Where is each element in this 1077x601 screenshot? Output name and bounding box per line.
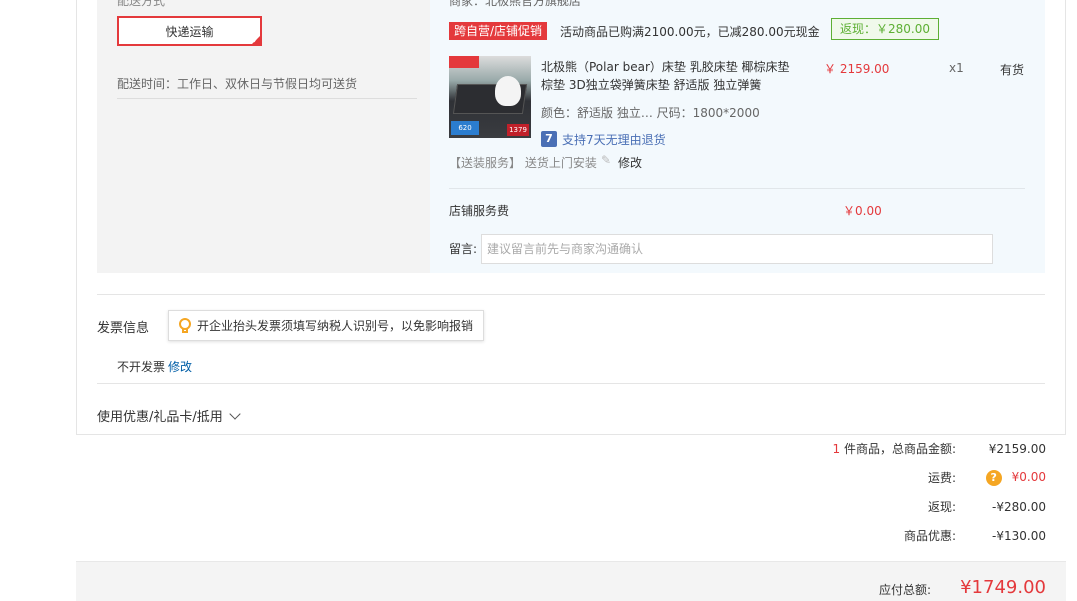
coupon-toggle[interactable]: 使用优惠/礼品卡/抵用: [97, 406, 241, 425]
delivery-time: 配送时间：工作日、双休日与节假日均可送货: [117, 77, 358, 91]
message-label: 留言:: [449, 242, 478, 256]
message-input[interactable]: [481, 234, 993, 264]
section-divider: [97, 383, 1045, 384]
invoice-tip-text: 开企业抬头发票须填写纳税人识别号，以免影响报销: [197, 319, 474, 333]
delivery-divider: [117, 98, 417, 99]
invoice-title: 发票信息: [97, 321, 150, 336]
thumb-badge: [449, 56, 479, 68]
express-shipping-label: 快递运输: [165, 24, 214, 39]
coupon-toggle-label: 使用优惠/礼品卡/抵用: [97, 410, 223, 425]
item-price: ￥ 2159.00: [824, 62, 890, 76]
rebate-label: 返现:: [927, 500, 956, 514]
service-divider: [449, 188, 1025, 189]
product-attributes: 颜色：舒适版 独立… 尺码：1800*2000: [541, 106, 760, 120]
goods-count-suffix: 件商品，总商品金额:: [840, 442, 956, 456]
goods-count: 1: [832, 442, 841, 456]
pencil-icon: ✎: [601, 153, 612, 167]
invoice-edit-link[interactable]: 修改: [168, 358, 192, 375]
discount-value: -¥130.00: [992, 528, 1046, 543]
goods-count-label: 1 件商品，总商品金额:: [833, 440, 957, 457]
freight-value: ¥0.00: [1011, 469, 1046, 484]
install-edit-link[interactable]: 修改: [618, 154, 642, 171]
bulb-icon: [179, 317, 191, 334]
store-service-price: ￥0.00: [843, 204, 882, 218]
rebate-value: -¥280.00: [992, 499, 1046, 514]
thumb-bear: [495, 76, 521, 106]
return-7day-icon: 7: [541, 131, 557, 147]
seller-name: 商家：北极熊官方旗舰店: [449, 0, 582, 8]
question-icon[interactable]: ?: [985, 469, 1002, 486]
summary-goods-row: 1 件商品，总商品金额: ¥2159.00: [833, 440, 1047, 457]
promo-tag: 跨自营/店铺促销: [449, 22, 548, 40]
goods-total: ¥2159.00: [988, 441, 1046, 456]
summary-rebate-row: 返现: -¥280.00: [928, 498, 1046, 515]
return-policy: 支持7天无理由退货: [562, 133, 666, 147]
thumb-coupon: 620: [451, 121, 479, 135]
summary-freight-row: 运费: ? ¥0.00: [928, 469, 1046, 486]
section-divider: [97, 294, 1045, 295]
freight-label: 运费:: [927, 471, 956, 485]
checkout-page: 配送方式 商家：北极熊官方旗舰店 快递运输 ✓ 配送时间：工作日、双休日与节假日…: [0, 0, 1077, 601]
invoice-status: 不开发票: [117, 360, 166, 374]
invoice-tip: 开企业抬头发票须填写纳税人识别号，以免影响报销: [168, 310, 485, 341]
product-thumbnail[interactable]: 620 1379: [449, 56, 531, 138]
install-service: 【送装服务】 送货上门安装: [449, 156, 597, 170]
product-name-link[interactable]: 北极熊（Polar bear）床垫 乳胶床垫 椰棕床垫 棕垫 3D独立袋弹簧床垫…: [541, 58, 791, 94]
store-service-label: 店铺服务费: [449, 204, 510, 218]
item-quantity: x1: [949, 61, 964, 75]
total-label: 应付总额:: [878, 583, 931, 597]
freight-value-wrap: ? ¥0.00: [956, 469, 1046, 486]
check-icon: ✓: [252, 36, 259, 45]
summary-discount-row: 商品优惠: -¥130.00: [904, 527, 1046, 544]
thumb-price: 1379: [507, 124, 529, 136]
shipping-method-heading: 配送方式: [117, 0, 166, 8]
chevron-down-icon: [229, 407, 241, 420]
stock-status: 有货: [1000, 63, 1025, 77]
promo-text: 活动商品已购满2100.00元，已减280.00元现金: [560, 25, 820, 39]
discount-label: 商品优惠:: [903, 529, 956, 543]
rebate-badge: 返现：￥280.00: [831, 18, 939, 40]
total-value: ¥1749.00: [960, 577, 1046, 598]
express-shipping-option[interactable]: 快递运输 ✓: [117, 16, 262, 46]
